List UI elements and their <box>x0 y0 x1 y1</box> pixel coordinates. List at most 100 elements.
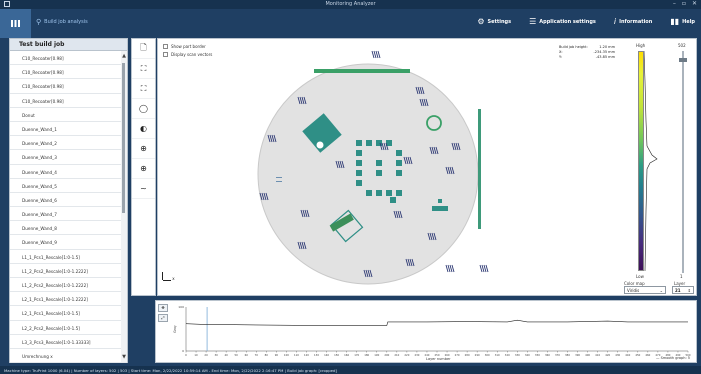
slider-top-value: 502 <box>678 43 686 48</box>
scroll-up-icon[interactable]: ▲ <box>121 53 127 59</box>
scroll-down-icon[interactable]: ▼ <box>121 354 127 360</box>
pan-icon: ✥ <box>161 305 165 310</box>
x-tick-label: 420 <box>605 353 610 357</box>
help-button[interactable]: ▮▮ Help <box>670 17 695 26</box>
view-tool-2-icon[interactable]: ⛶ <box>132 79 155 99</box>
view-tool-1-icon[interactable]: ⛶ <box>132 59 155 79</box>
x-tick-label: 210 <box>394 353 399 357</box>
part-list-item[interactable]: Duenne_Wand_4 <box>10 165 127 179</box>
application-settings-icon: ☰ <box>529 17 537 26</box>
position-info: Build job height: 1.20 mm X: -234.35 mm Y:… <box>559 45 615 60</box>
part-list-item[interactable]: C10_Recoater[0.98] <box>10 65 127 80</box>
part-list-item[interactable]: L2_2_Pcs2_Rescale[1:0-1.5] <box>10 321 127 335</box>
part-list-item[interactable]: Duenne_Wand_7 <box>10 207 127 222</box>
tab-build-job-analysis[interactable]: ⚲ Build job analysis <box>36 18 88 26</box>
zoom-icon: ⤢ <box>161 315 165 320</box>
y-tick-label: 100 <box>178 305 184 309</box>
x-tick-label: 410 <box>595 353 600 357</box>
part-list-item[interactable]: L3_3_Pcs3_Rescale[1:0-1.33333] <box>10 335 127 349</box>
part-block <box>366 190 372 196</box>
x-tick-label: 170 <box>354 353 359 357</box>
build-plate-canvas[interactable] <box>158 39 698 297</box>
part-block <box>396 160 402 166</box>
part-list-item[interactable]: Umrechnung x <box>10 349 127 364</box>
x-tick-label: 130 <box>314 353 319 357</box>
grid-icon <box>11 20 20 27</box>
graph-pan-button[interactable]: ✥ <box>158 304 168 312</box>
part-block <box>438 199 442 203</box>
part-list-item[interactable]: Duenne_Wand_9 <box>10 235 127 250</box>
title-bar: Monitoring Analyzer – ▫ ✕ <box>0 0 701 9</box>
application-settings-label: Application settings <box>539 18 596 25</box>
info-label: Y: <box>559 55 562 59</box>
part-list-item[interactable]: Duenne_Wand_8 <box>10 221 127 236</box>
information-button[interactable]: i Information <box>614 17 652 26</box>
minimize-button[interactable]: – <box>673 0 676 7</box>
part-list-item[interactable]: Donut <box>10 108 127 122</box>
part-hatch <box>445 264 449 273</box>
part-block <box>432 206 448 211</box>
part-hatch <box>447 264 451 273</box>
part-list-item[interactable]: Duenne_Wand_6 <box>10 193 127 208</box>
part-list-item[interactable]: Duenne_Wand_2 <box>10 136 127 151</box>
x-tick-label: 60 <box>245 353 249 357</box>
part-hatch <box>479 264 483 273</box>
help-book-icon: ▮▮ <box>670 17 680 26</box>
checkbox-icon <box>163 52 168 57</box>
settings-icon: ⚙ <box>477 17 485 26</box>
part-list-item[interactable]: Duenne_Wand_1 <box>10 122 127 137</box>
part-strip <box>314 69 410 73</box>
part-list-item[interactable]: L1_1_Pcs1_Rescale[1:0-1.5] <box>10 250 127 264</box>
maximize-button[interactable]: ▫ <box>682 0 686 7</box>
view-tool-3-icon[interactable]: ◯ <box>132 99 155 119</box>
part-block <box>356 160 362 166</box>
display-scan-vectors-checkbox[interactable]: Display scan vectors <box>163 52 212 57</box>
status-bar: Machine type: TruPrint 1000 (6.04) | Num… <box>0 366 701 374</box>
part-list-item[interactable]: Duenne_Wand_5 <box>10 179 127 193</box>
layer-slider[interactable] <box>679 51 687 273</box>
app-menu-button[interactable] <box>0 9 31 38</box>
layer-slider-knob[interactable] <box>679 57 687 62</box>
graph-zoom-button[interactable]: ⤢ <box>158 314 168 322</box>
part-list-item[interactable]: C10_Recoater[0.98] <box>10 79 127 94</box>
help-label: Help <box>682 18 695 25</box>
view-tool-6-icon[interactable]: ⊕ <box>132 159 155 179</box>
part-hatch <box>481 264 485 273</box>
x-tick-label: 110 <box>294 353 299 357</box>
layer-stepper[interactable]: 21 ⇕ <box>672 286 694 294</box>
part-list-item[interactable]: L2_1_Pcs1_Rescale[1:0-1.2222] <box>10 292 127 307</box>
part-list-item[interactable]: L1_2_Pcs2_Rescale[1:0-1.2222] <box>10 264 127 278</box>
x-tick-label: 180 <box>364 353 369 357</box>
view-tool-4-icon[interactable]: ◐ <box>132 119 155 139</box>
part-list-item[interactable]: L1_2_Pcs2_Rescale[1:0-1.2222] <box>10 278 127 293</box>
part-list-item[interactable]: Duenne_Wand_3 <box>10 150 127 165</box>
part-list-item[interactable]: C10_Recoater[0.98] <box>10 51 127 66</box>
scroll-thumb[interactable] <box>122 63 125 213</box>
layer-graph[interactable]: 0 10 20 30 40 50 60 70 80 90 100 110 120 130 140 150 160… <box>156 301 698 364</box>
show-part-border-checkbox[interactable]: Show part border <box>163 44 212 49</box>
checkbox-icon <box>163 44 168 49</box>
part-marker <box>276 177 282 178</box>
view-toolbar: 🗋 ⛶ ⛶ ◯ ◐ ⊕ ⊕ ~ <box>131 38 156 296</box>
view-tool-5-icon[interactable]: ⊕ <box>132 139 155 159</box>
view-tool-7-icon[interactable]: ~ <box>132 179 155 199</box>
part-hatch <box>371 50 375 59</box>
build-job-panel: Test build job C10_Recoater[0.98] C10_Rec… <box>9 38 128 373</box>
part-list-item[interactable]: L2_1_Pcs1_Rescale[1:0-1.5] <box>10 306 127 321</box>
color-map-select[interactable]: Viridis ⌄ <box>624 286 666 294</box>
stepper-icon[interactable]: ⇕ <box>688 288 691 293</box>
part-block <box>396 150 402 156</box>
x-tick-label: 400 <box>585 353 590 357</box>
x-tick-label: 140 <box>324 353 329 357</box>
application-settings-button[interactable]: ☰ Application settings <box>529 17 596 26</box>
view-tool-0-icon[interactable]: 🗋 <box>132 39 155 59</box>
part-list-item[interactable]: C10_Recoater[0.98] <box>10 94 127 108</box>
x-tick-label: 50 <box>235 353 239 357</box>
part-hatch <box>451 264 455 273</box>
x-tick-label: 270 <box>455 353 460 357</box>
part-hatch <box>375 50 379 59</box>
settings-button[interactable]: ⚙ Settings <box>477 17 511 26</box>
part-wall <box>478 109 481 229</box>
close-button[interactable]: ✕ <box>692 0 697 7</box>
part-list-scrollbar[interactable]: ▲ ▼ <box>121 51 127 362</box>
